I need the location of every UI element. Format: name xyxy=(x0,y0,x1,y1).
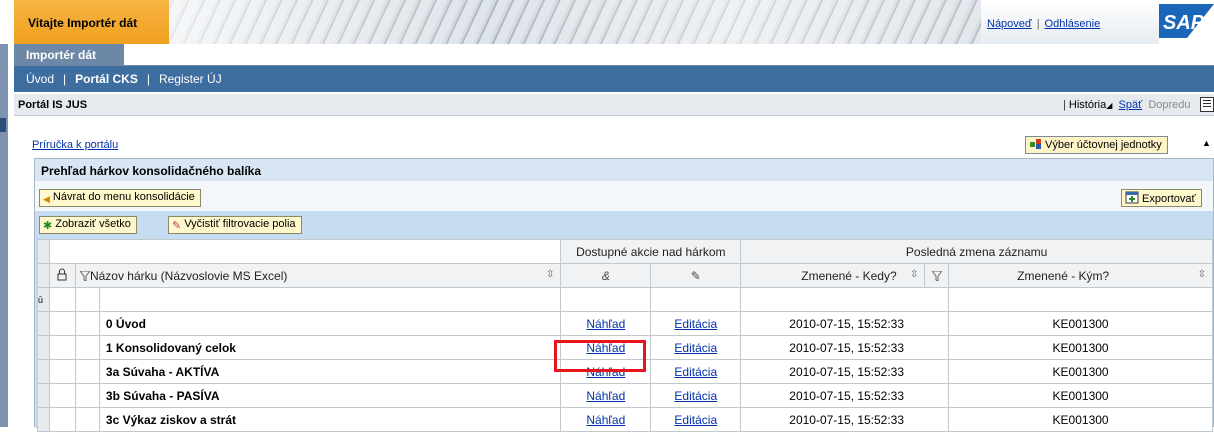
select-unit-button[interactable]: Výber účtovnej jednotky xyxy=(1025,136,1168,154)
preview-link[interactable]: Náhľad xyxy=(586,365,625,379)
changed-when: 2010-07-15, 15:52:33 xyxy=(740,359,950,384)
edit-column-icon: ✎ xyxy=(650,263,742,288)
filter-icon[interactable] xyxy=(924,263,950,288)
group-last-change-header: Posledná zmena záznamu xyxy=(740,239,1213,264)
show-all-label: Zobraziť všetko xyxy=(55,218,131,230)
table-row: 3c Výkaz ziskov a strát Náhľad Editácia … xyxy=(37,407,1213,432)
changed-by: KE001300 xyxy=(948,359,1213,384)
left-edge-marker xyxy=(0,118,6,132)
logout-link[interactable]: Odhlásenie xyxy=(1045,18,1101,30)
panel-title: Prehľad hárkov konsolidačného balíka xyxy=(35,159,1213,181)
preview-link[interactable]: Náhľad xyxy=(586,317,625,331)
filter-input-changed-by[interactable] xyxy=(948,287,1213,312)
header-decoration xyxy=(169,0,981,44)
select-unit-label: Výber účtovnej jednotky xyxy=(1045,139,1162,151)
back-arrow-icon: ◀ xyxy=(43,194,50,204)
changed-when: 2010-07-15, 15:52:33 xyxy=(740,311,950,336)
panel-toolbar: ◀ Návrat do menu konsolidácie Exportovať xyxy=(35,181,1213,211)
sort-icon[interactable]: ⇳ xyxy=(910,269,918,280)
edit-link[interactable]: Editácia xyxy=(674,341,717,355)
scroll-up-icon[interactable]: ▲ xyxy=(1202,138,1214,150)
history-menu[interactable]: História xyxy=(1069,99,1106,111)
unit-select-icon xyxy=(1030,139,1041,149)
sheets-table: Dostupné akcie nad hárkom Posledná zmena… xyxy=(37,239,1213,432)
edit-link[interactable]: Editácia xyxy=(674,317,717,331)
col-header-changed-when-label: Zmenené - Kedy? xyxy=(801,268,897,283)
portal-guide-link[interactable]: Príručka k portálu xyxy=(32,139,118,151)
sheet-name: 3c Výkaz ziskov a strát xyxy=(98,407,562,432)
nav-item-register[interactable]: Register ÚJ xyxy=(159,72,222,86)
changed-when: 2010-07-15, 15:52:33 xyxy=(740,383,950,408)
tab-importer[interactable]: Importér dát xyxy=(14,44,124,66)
preview-column-icon: & xyxy=(560,263,652,288)
forward-link: Dopredu xyxy=(1148,99,1191,111)
sort-icon[interactable]: ⇳ xyxy=(1198,269,1206,280)
tab-strip: Importér dát xyxy=(14,44,1214,66)
export-label: Exportovať xyxy=(1142,193,1196,205)
page-title: Portál IS JUS xyxy=(18,99,88,111)
edit-link[interactable]: Editácia xyxy=(674,413,717,427)
table-row: 0 Úvod Náhľad Editácia 2010-07-15, 15:52… xyxy=(37,311,1213,336)
page-header: Portál IS JUS | História◢ Späť Dopredu xyxy=(14,94,1214,116)
changed-by: KE001300 xyxy=(948,335,1213,360)
filter-row: ū xyxy=(37,287,1213,312)
sort-icon[interactable]: ⇳ xyxy=(546,269,554,280)
asterisk-icon: ✱ xyxy=(43,220,53,232)
table-row: 3a Súvaha - AKTÍVA Náhľad Editácia 2010-… xyxy=(37,359,1213,384)
sheet-name: 1 Konsolidovaný celok xyxy=(98,335,562,360)
sheets-grid-container: ✱ Zobraziť všetko ✎ Vyčistiť filtrovacie p… xyxy=(35,211,1213,432)
show-all-button[interactable]: ✱ Zobraziť všetko xyxy=(39,216,137,234)
page-menu-icon[interactable] xyxy=(1200,97,1214,112)
export-button[interactable]: Exportovať xyxy=(1121,189,1202,207)
eraser-icon: ✎ xyxy=(172,220,182,232)
sheets-panel: Prehľad hárkov konsolidačného balíka ◀ Ná… xyxy=(34,158,1214,432)
back-link[interactable]: Späť xyxy=(1119,99,1143,111)
sap-logo: SAP xyxy=(1159,4,1214,38)
content-area: Príručka k portálu Výber účtovnej jednot… xyxy=(14,118,1214,432)
help-link[interactable]: Nápoveď xyxy=(987,18,1032,30)
return-menu-button[interactable]: ◀ Návrat do menu konsolidácie xyxy=(39,189,201,207)
welcome-banner: Vitajte Importér dát xyxy=(14,0,169,44)
clear-filter-label: Vyčistiť filtrovacie polia xyxy=(184,218,296,230)
history-nav: | História◢ Späť Dopredu xyxy=(1063,99,1191,111)
top-header: Vitajte Importér dát Nápoveď | Odhlásenie … xyxy=(0,0,1214,44)
col-header-changed-by[interactable]: Zmenené - Kým? ⇳ xyxy=(948,263,1213,288)
changed-when: 2010-07-15, 15:52:33 xyxy=(740,335,950,360)
lock-icon xyxy=(48,263,76,288)
table-row: 3b Súvaha - PASÍVA Náhľad Editácia 2010-… xyxy=(37,383,1213,408)
sheet-name: 0 Úvod xyxy=(98,311,562,336)
col-header-name[interactable]: Názov hárku (Názvoslovie MS Excel) ⇳ xyxy=(74,263,562,288)
edit-link[interactable]: Editácia xyxy=(674,365,717,379)
edit-link[interactable]: Editácia xyxy=(674,389,717,403)
changed-by: KE001300 xyxy=(948,407,1213,432)
nav-bar: Úvod | Portál CKS | Register ÚJ xyxy=(14,66,1214,92)
header-links: Nápoveď | Odhlásenie xyxy=(981,0,1159,44)
changed-by: KE001300 xyxy=(948,311,1213,336)
sheet-name: 3a Súvaha - AKTÍVA xyxy=(98,359,562,384)
preview-link[interactable]: Náhľad xyxy=(586,389,625,403)
left-edge-strip xyxy=(0,44,8,427)
return-menu-label: Návrat do menu konsolidácie xyxy=(52,191,195,203)
nav-item-uvod[interactable]: Úvod xyxy=(26,72,54,86)
preview-link[interactable]: Náhľad xyxy=(586,341,625,355)
col-header-name-label: Názov hárku (Názvoslovie MS Excel) xyxy=(89,268,288,283)
filter-input-name[interactable] xyxy=(98,287,562,312)
column-header-row: Názov hárku (Názvoslovie MS Excel) ⇳ & ✎ … xyxy=(37,263,1213,288)
table-row: 1 Konsolidovaný celok Náhľad Editácia 20… xyxy=(37,335,1213,360)
group-header-row: Dostupné akcie nad hárkom Posledná zmena… xyxy=(37,239,1213,264)
col-header-changed-by-label: Zmenené - Kým? xyxy=(1017,268,1110,283)
changed-by: KE001300 xyxy=(948,383,1213,408)
preview-link[interactable]: Náhľad xyxy=(586,413,625,427)
col-header-changed-when[interactable]: Zmenené - Kedy? ⇳ xyxy=(740,263,926,288)
export-icon xyxy=(1125,191,1139,204)
nav-item-portal-cks[interactable]: Portál CKS xyxy=(75,72,138,86)
sheet-name: 3b Súvaha - PASÍVA xyxy=(98,383,562,408)
sap-logo-text: SAP xyxy=(1163,12,1205,34)
filter-icon[interactable] xyxy=(79,270,90,281)
changed-when: 2010-07-15, 15:52:33 xyxy=(740,407,950,432)
clear-filter-button[interactable]: ✎ Vyčistiť filtrovacie polia xyxy=(168,216,302,234)
filter-input-changed-when[interactable] xyxy=(740,287,950,312)
filter-row-marker: ū xyxy=(37,287,50,312)
group-actions-header: Dostupné akcie nad hárkom xyxy=(560,239,742,264)
